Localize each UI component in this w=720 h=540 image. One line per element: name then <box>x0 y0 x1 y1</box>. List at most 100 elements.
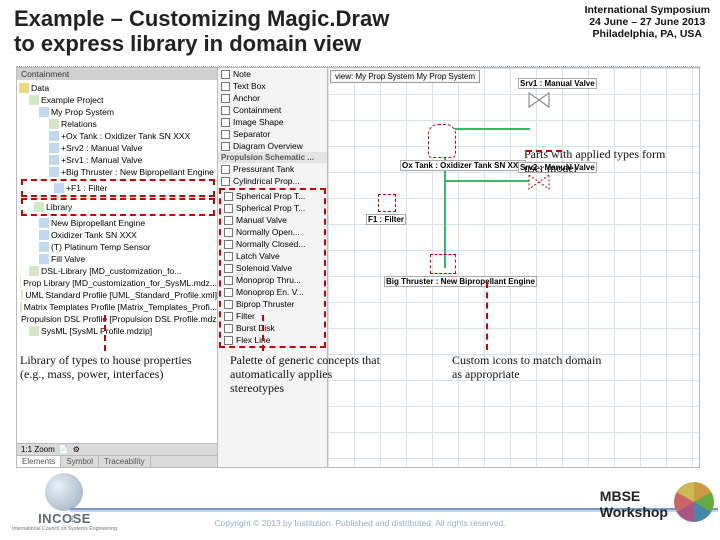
tree-row[interactable]: My Prop System <box>19 106 217 118</box>
blk-icon <box>39 218 49 228</box>
explorer-tab[interactable]: Traceability <box>99 456 151 467</box>
palette-item[interactable]: Monoprop Thru... <box>221 274 324 286</box>
tree-label: Library <box>46 202 72 212</box>
palette-item[interactable]: Text Box <box>218 80 327 92</box>
arrow-icons <box>486 282 488 350</box>
palette-item[interactable]: Burst Disk <box>221 322 324 334</box>
model-tree[interactable]: DataExample ProjectMy Prop SystemRelatio… <box>17 80 217 443</box>
tree-row[interactable]: SysML [SysML Profile.mdzip] <box>19 325 217 337</box>
palette-item-label: Spherical Prop T... <box>236 191 305 201</box>
palette-item[interactable]: Diagram Overview <box>218 140 327 152</box>
explorer-tab[interactable]: Elements <box>17 456 61 467</box>
palette-item[interactable]: Containment <box>218 104 327 116</box>
tree-label: Propulsion DSL Profile [Propulsion DSL P… <box>21 314 217 324</box>
palette-item[interactable]: Separator <box>218 128 327 140</box>
tree-row[interactable]: Library <box>24 201 212 213</box>
palette-item[interactable]: Manual Valve <box>221 214 324 226</box>
diagram-canvas[interactable]: view: My Prop System My Prop System Ox T… <box>328 67 700 468</box>
palette-item-icon <box>224 204 233 213</box>
tab-documentation-icon: 📄 <box>59 445 69 454</box>
tree-row[interactable]: Relations <box>19 118 217 130</box>
highlighted-row: Library <box>21 198 215 216</box>
tree-row[interactable]: New Bipropellant Engine <box>19 217 217 229</box>
node-tank[interactable] <box>428 124 456 158</box>
tree-row[interactable]: +Ox Tank : Oxidizer Tank SN XXX <box>19 130 217 142</box>
connector <box>444 128 530 130</box>
valve-icon <box>528 92 550 108</box>
tree-row[interactable]: Prop Library [MD_customization_for_SysML… <box>19 277 217 289</box>
tree-label: Matrix Templates Profile [Matrix_Templat… <box>24 302 217 312</box>
tree-row[interactable]: +Big Thruster : New Bipropellant Engine <box>19 166 217 178</box>
palette-item[interactable]: Biprop Thruster <box>221 298 324 310</box>
palette-item[interactable]: Filter <box>221 310 324 322</box>
connector <box>444 180 530 182</box>
explorer-tab[interactable]: Symbol <box>61 456 99 467</box>
palette-item-label: Diagram Overview <box>233 141 303 151</box>
palette-item-icon <box>221 165 230 174</box>
palette-item-icon <box>221 106 230 115</box>
footer: INCOSE International Council on Systems … <box>0 478 720 540</box>
event-line: 24 June – 27 June 2013 <box>585 16 710 28</box>
arrow-library <box>104 315 106 351</box>
tree-row[interactable]: Example Project <box>19 94 217 106</box>
node-thruster[interactable] <box>430 254 456 274</box>
palette-item[interactable]: Normally Closed... <box>221 238 324 250</box>
tree-row[interactable]: (T) Platinum Temp Sensor <box>19 241 217 253</box>
tree-label: +Srv1 : Manual Valve <box>61 155 142 165</box>
tree-label: Fill Valve <box>51 254 85 264</box>
palette-item-label: Containment <box>233 105 281 115</box>
containment-header: Containment <box>17 68 217 80</box>
blk-icon <box>54 183 64 193</box>
node-valve2[interactable] <box>528 174 550 192</box>
palette-item[interactable]: Image Shape <box>218 116 327 128</box>
palette-item[interactable]: Anchor <box>218 92 327 104</box>
palette-item[interactable]: Pressurant Tank <box>218 163 327 175</box>
tree-label: My Prop System <box>51 107 114 117</box>
palette-item[interactable]: Flex Line <box>221 334 324 346</box>
tank-icon <box>428 124 456 158</box>
thruster-icon <box>430 254 456 274</box>
palette-item-label: Text Box <box>233 81 266 91</box>
palette-item[interactable]: Monoprop En. V... <box>221 286 324 298</box>
blk-icon <box>39 107 49 117</box>
palette-item-icon <box>224 252 233 261</box>
palette-item[interactable]: Normally Open... <box>221 226 324 238</box>
mbse-wheel-icon <box>674 482 714 522</box>
tree-row[interactable]: +Srv1 : Manual Valve <box>19 154 217 166</box>
arrow-parts <box>526 150 562 152</box>
pkg-icon <box>34 202 44 212</box>
palette-item-label: Normally Open... <box>236 227 300 237</box>
tree-row[interactable]: +F1 : Filter <box>24 182 212 194</box>
palette-item[interactable]: Note <box>218 68 327 80</box>
tree-row[interactable]: Data <box>19 82 217 94</box>
palette-item[interactable]: Spherical Prop T... <box>221 202 324 214</box>
tree-row[interactable]: Fill Valve <box>19 253 217 265</box>
filter-icon <box>378 194 396 212</box>
node-valve1[interactable] <box>528 92 550 110</box>
tree-row[interactable]: UML Standard Profile [UML_Standard_Profi… <box>19 289 217 301</box>
tree-label: SysML [SysML Profile.mdzip] <box>41 326 152 336</box>
blk-icon <box>39 230 49 240</box>
tree-row[interactable]: DSL-Library [MD_customization_fo... <box>19 265 217 277</box>
palette-panel: Note Text Box Anchor Containment Image Shape… <box>218 67 328 468</box>
tree-row[interactable]: +Srv2 : Manual Valve <box>19 142 217 154</box>
palette-item-label: Image Shape <box>233 117 284 127</box>
explorer-tabs: ElementsSymbolTraceability <box>17 455 217 467</box>
tree-row[interactable]: Oxidizer Tank SN XXX <box>19 229 217 241</box>
palette-item-label: Note <box>233 69 251 79</box>
tree-row[interactable]: Matrix Templates Profile [Matrix_Templat… <box>19 301 217 313</box>
palette-item-icon <box>224 336 233 345</box>
zoom-bar[interactable]: 1:1 Zoom 📄 ⚙ <box>17 443 217 455</box>
palette-item[interactable]: Cylindrical Prop... <box>218 175 327 187</box>
palette-item[interactable]: Latch Valve <box>221 250 324 262</box>
node-filter[interactable] <box>378 194 396 212</box>
palette-item-icon <box>224 324 233 333</box>
palette-item-label: Anchor <box>233 93 260 103</box>
palette-item-label: Monoprop Thru... <box>236 275 301 285</box>
tree-row[interactable]: Propulsion DSL Profile [Propulsion DSL P… <box>19 313 217 325</box>
zoom-label: 1:1 Zoom <box>21 445 55 454</box>
blk-icon <box>39 242 49 252</box>
palette-item[interactable]: Solenoid Valve <box>221 262 324 274</box>
tree-label: Data <box>31 83 49 93</box>
palette-item[interactable]: Spherical Prop T... <box>221 190 324 202</box>
